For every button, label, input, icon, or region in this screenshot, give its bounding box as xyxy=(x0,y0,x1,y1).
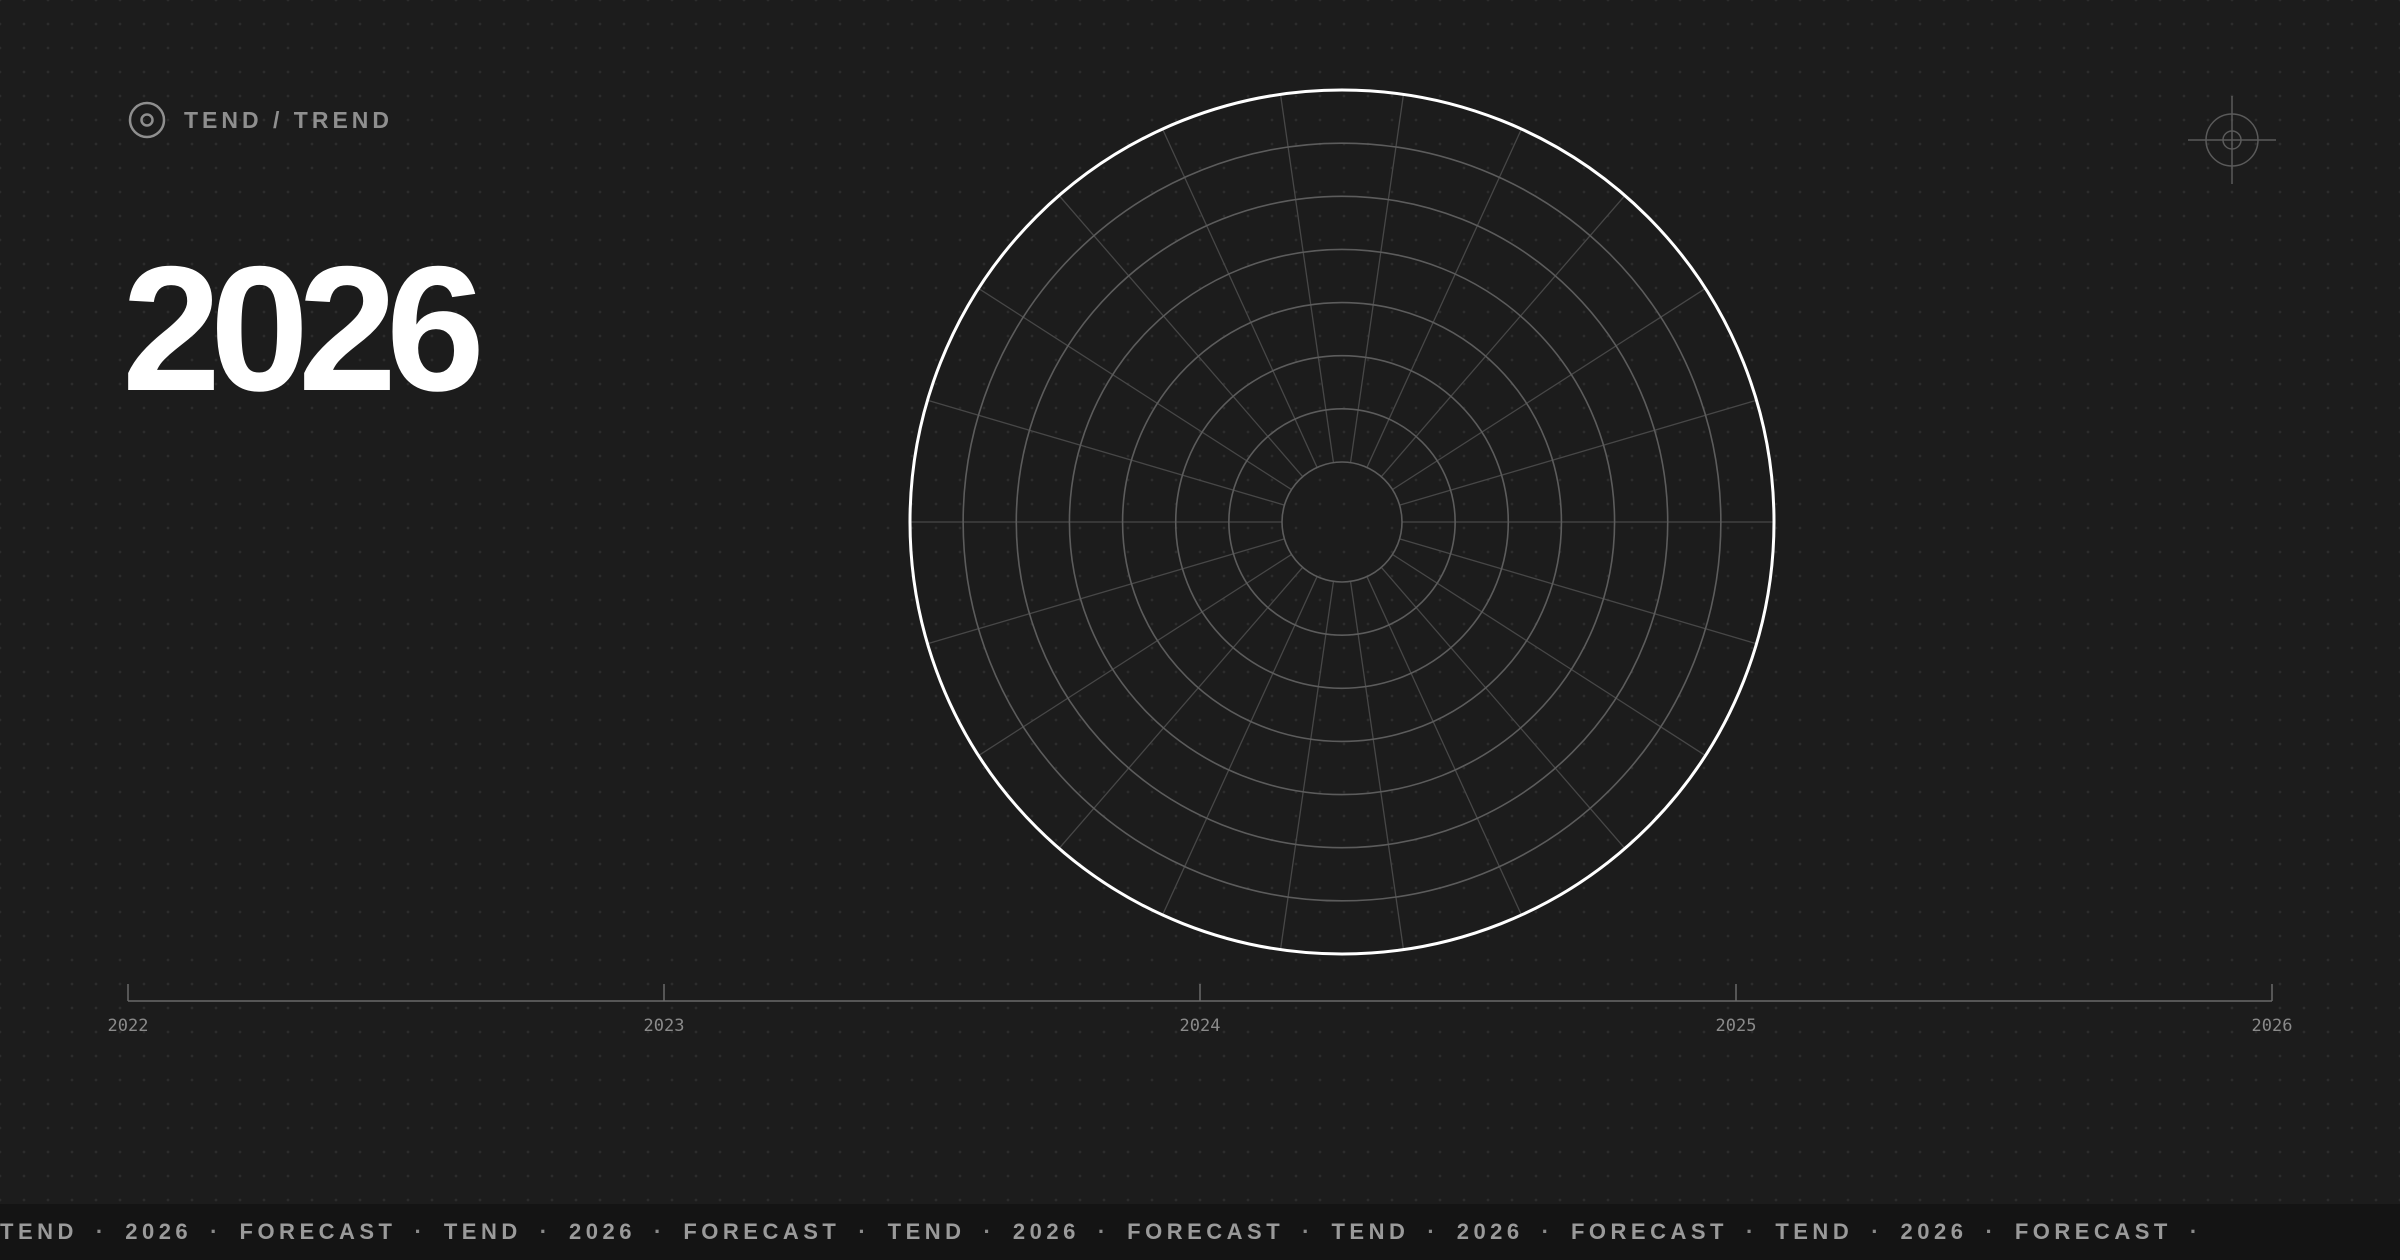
brand[interactable]: TEND / TREND xyxy=(128,100,393,140)
radar-spoke xyxy=(1349,94,1405,463)
ticker-item: FORECAST xyxy=(683,1219,841,1244)
radar-grid-icon xyxy=(908,88,1776,956)
ticker-item: 2026 xyxy=(125,1219,193,1244)
ticker-separator: · xyxy=(1745,1219,1754,1244)
radar-spoke xyxy=(1349,581,1405,950)
ticker-separator: · xyxy=(2189,1219,2198,1244)
page-title-year: 2026 xyxy=(122,229,485,428)
ticker-separator: · xyxy=(1871,1219,1879,1244)
ticker-separator: · xyxy=(1427,1219,1435,1244)
ticker-item: 2026 xyxy=(1456,1219,1524,1244)
radar-spoke xyxy=(1380,195,1626,478)
ticker-separator: · xyxy=(539,1219,548,1244)
ticker-separator: · xyxy=(1302,1219,1310,1244)
timeline-label-2026[interactable]: 2026 xyxy=(2212,1016,2332,1036)
ticker-separator: · xyxy=(1985,1219,1993,1244)
radar-spokes xyxy=(910,94,1774,950)
radar-spoke xyxy=(1399,399,1757,506)
ticker-separator: · xyxy=(414,1219,422,1244)
ticker-separator: · xyxy=(654,1219,662,1244)
ticker-item: FORECAST xyxy=(1127,1219,1285,1244)
timeline-label-2023[interactable]: 2023 xyxy=(604,1016,724,1036)
timeline-label-2024[interactable]: 2024 xyxy=(1140,1016,1260,1036)
radar-spoke xyxy=(1380,566,1626,849)
radar-spoke xyxy=(927,538,1285,645)
ticker-separator: · xyxy=(858,1219,866,1244)
radar-spoke xyxy=(1392,287,1706,491)
radar-spoke xyxy=(927,399,1285,506)
target-circle-icon xyxy=(128,101,166,139)
brand-name: TEND / TREND xyxy=(184,106,393,133)
ticker-separator: · xyxy=(210,1219,218,1244)
ticker-item: FORECAST xyxy=(1570,1219,1728,1244)
crosshair-icon xyxy=(2188,96,2276,184)
ticker-item: 2026 xyxy=(1900,1219,1968,1244)
timeline-label-2022[interactable]: 2022 xyxy=(68,1016,188,1036)
ticker-item: TEND xyxy=(443,1219,522,1244)
radar-ring xyxy=(1281,461,1403,583)
radar-spoke xyxy=(1279,94,1335,463)
ticker-item: TEND xyxy=(1775,1219,1854,1244)
radar-spoke xyxy=(1399,538,1757,645)
radar-spoke xyxy=(978,287,1292,491)
ticker-marquee: TEND · 2026 · FORECAST · TEND · 2026 · FORECA… xyxy=(0,1204,2400,1260)
ticker-track: TEND · 2026 · FORECAST · TEND · 2026 · FORECA… xyxy=(0,1204,2219,1260)
radar-spoke xyxy=(1058,195,1304,478)
ticker-item: TEND xyxy=(887,1219,966,1244)
ticker-separator: · xyxy=(95,1219,104,1244)
ticker-separator: · xyxy=(1097,1219,1106,1244)
ticker-item: FORECAST xyxy=(239,1219,397,1244)
timeline-label-2025[interactable]: 2025 xyxy=(1676,1016,1796,1036)
radar-spoke xyxy=(1279,581,1335,950)
radar-spoke xyxy=(1392,553,1706,757)
radar-spoke xyxy=(1058,566,1304,849)
ticker-item: 2026 xyxy=(569,1219,636,1244)
ticker-item: TEND xyxy=(1331,1219,1410,1244)
ticker-item: FORECAST xyxy=(2014,1219,2172,1244)
ticker-separator: · xyxy=(1541,1219,1549,1244)
ticker-item: 2026 xyxy=(1012,1219,1080,1244)
radar-spoke xyxy=(978,553,1292,757)
ticker-item: TEND xyxy=(0,1219,78,1244)
ticker-separator: · xyxy=(983,1219,991,1244)
